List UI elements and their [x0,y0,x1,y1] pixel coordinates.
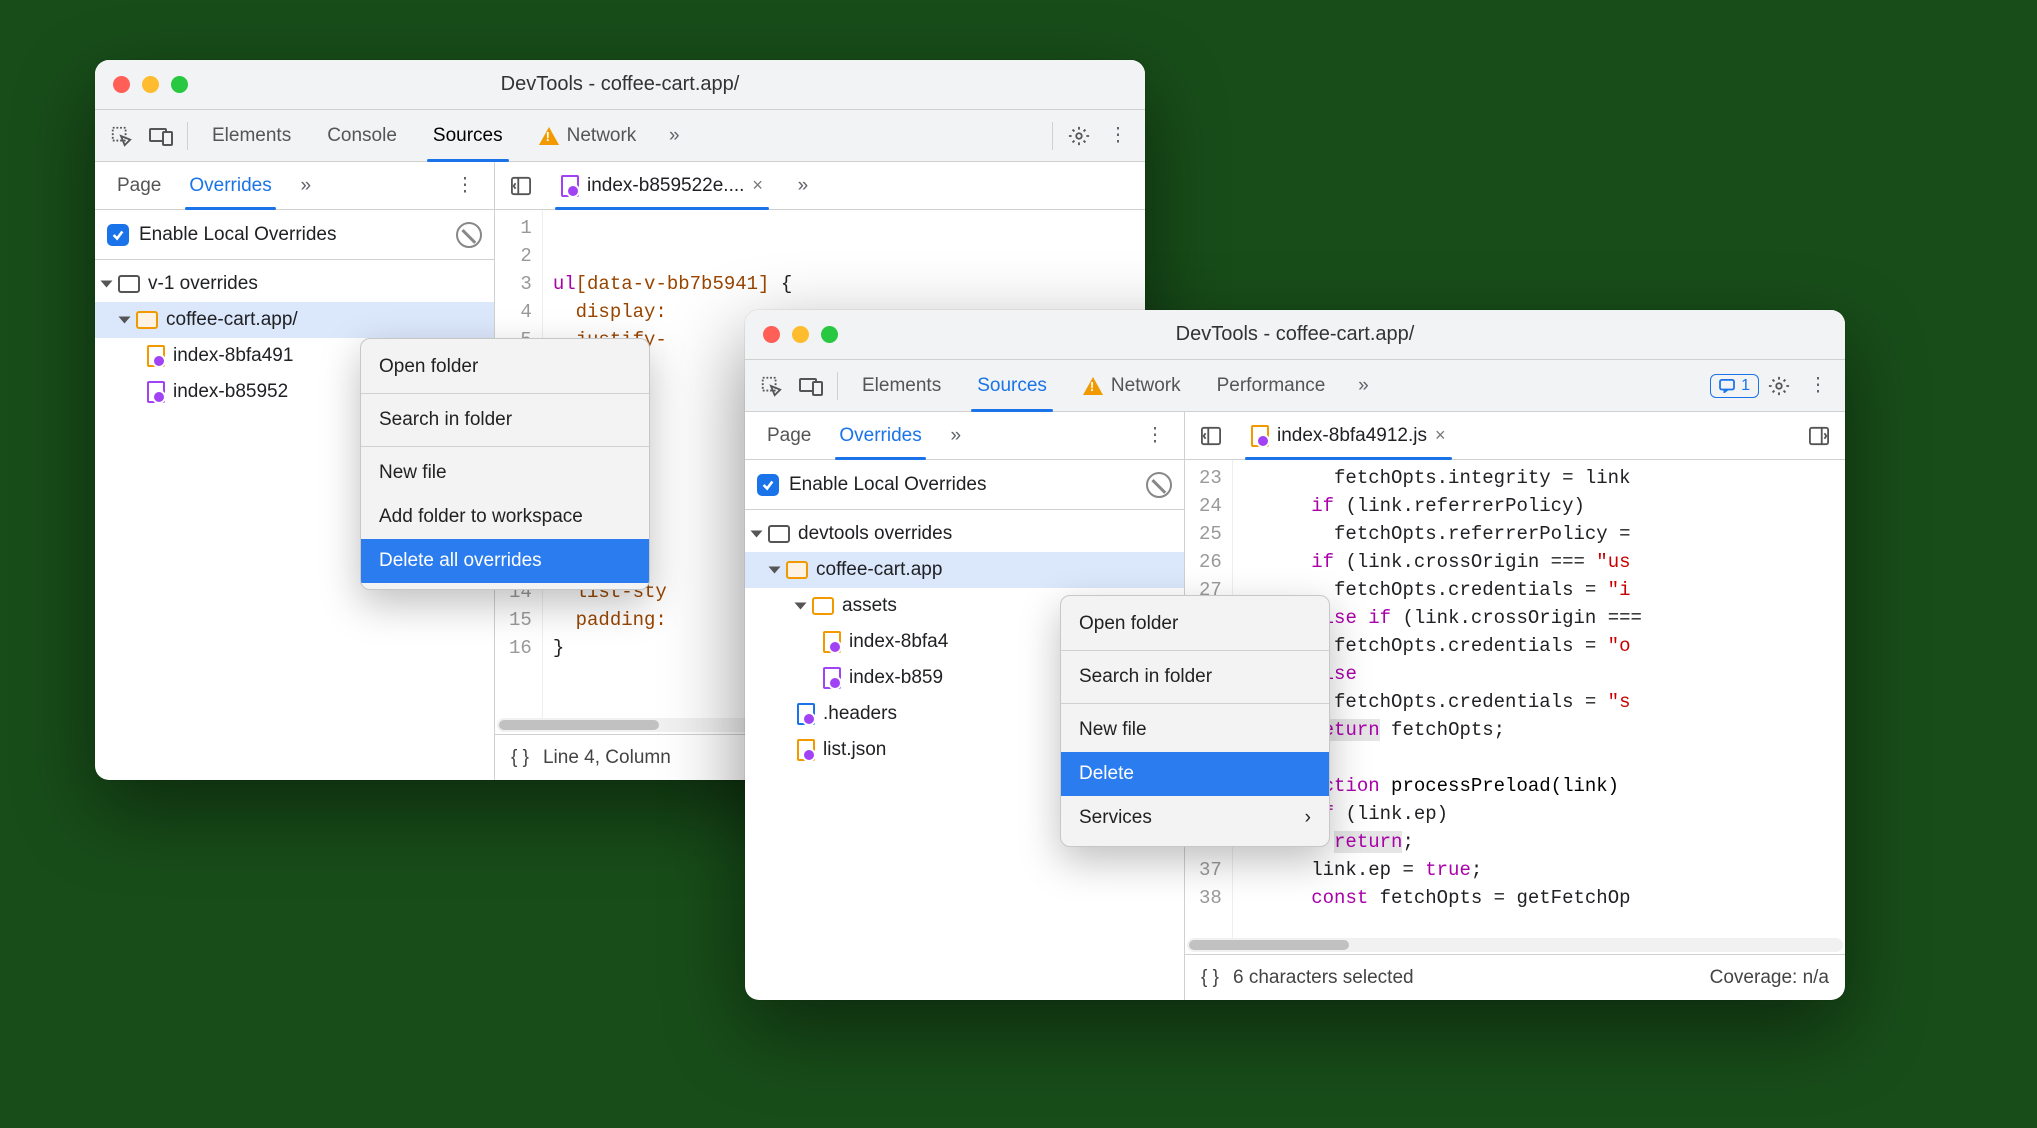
kebab-menu-icon[interactable]: ⋮ [1799,366,1839,406]
messages-badge[interactable]: 1 [1710,374,1759,398]
minimize-window-button[interactable] [142,76,159,93]
toggle-nav-icon[interactable] [501,166,541,206]
close-tab-icon[interactable]: × [1435,425,1446,446]
window-controls [95,76,206,93]
close-tab-icon[interactable]: × [752,175,763,196]
ctx-add-folder[interactable]: Add folder to workspace [361,495,649,539]
zoom-window-button[interactable] [171,76,188,93]
open-file-tab[interactable]: index-b859522e.... × [549,162,775,210]
warning-icon [539,127,559,145]
editor-tabs: index-8bfa4912.js × [1185,412,1845,460]
ctx-open-folder[interactable]: Open folder [361,345,649,389]
clear-icon[interactable] [1146,472,1172,498]
warning-icon [1083,377,1103,395]
sidebar-tabs: Page Overrides » ⋮ [745,412,1184,460]
ctx-search-folder[interactable]: Search in folder [361,398,649,442]
more-tabs-icon[interactable]: » [1343,366,1383,406]
sidebar-kebab-icon[interactable]: ⋮ [1136,416,1176,456]
coverage-info: Coverage: n/a [1710,967,1829,989]
ctx-delete-all-overrides[interactable]: Delete all overrides [361,539,649,583]
chevron-right-icon: › [1305,807,1311,829]
tree-root[interactable]: v-1 overrides [95,266,494,302]
window-title: DevTools - coffee-cart.app/ [95,73,1145,96]
file-icon [1251,425,1269,447]
close-window-button[interactable] [113,76,130,93]
close-window-button[interactable] [763,326,780,343]
tab-elements[interactable]: Elements [844,360,959,412]
enable-overrides-label: Enable Local Overrides [139,224,337,246]
tab-console[interactable]: Console [309,110,415,162]
enable-overrides-row: Enable Local Overrides [95,210,494,260]
kebab-menu-icon[interactable]: ⋮ [1099,116,1139,156]
more-file-tabs-icon[interactable]: » [783,166,823,206]
sidebar-tabs: Page Overrides » ⋮ [95,162,494,210]
ctx-new-file[interactable]: New file [361,451,649,495]
subtab-overrides[interactable]: Overrides [175,162,285,210]
minimize-window-button[interactable] [792,326,809,343]
context-menu-folder: Open folder Search in folder New file De… [1060,595,1330,847]
settings-icon[interactable] [1059,116,1099,156]
enable-overrides-checkbox[interactable] [757,474,779,496]
ctx-new-file[interactable]: New file [1061,708,1329,752]
titlebar: DevTools - coffee-cart.app/ [95,60,1145,110]
file-icon [561,175,579,197]
main-toolbar: Elements Sources Network Performance » 1… [745,360,1845,412]
toggle-nav-left-icon[interactable] [1191,416,1231,456]
tab-elements[interactable]: Elements [194,110,309,162]
tab-sources[interactable]: Sources [959,360,1065,412]
more-subtabs-icon[interactable]: » [936,416,976,456]
open-file-tab[interactable]: index-8bfa4912.js × [1239,412,1458,460]
subtab-overrides[interactable]: Overrides [825,412,935,460]
selection-info: 6 characters selected [1233,967,1414,989]
sidebar-kebab-icon[interactable]: ⋮ [446,166,486,206]
more-tabs-icon[interactable]: » [654,116,694,156]
tree-domain[interactable]: coffee-cart.app [745,552,1184,588]
ctx-delete[interactable]: Delete [1061,752,1329,796]
horizontal-scrollbar[interactable] [1187,938,1843,952]
enable-overrides-label: Enable Local Overrides [789,474,987,496]
status-bar: { } 6 characters selected Coverage: n/a [1185,954,1845,1000]
clear-icon[interactable] [456,222,482,248]
zoom-window-button[interactable] [821,326,838,343]
tab-sources[interactable]: Sources [415,110,521,162]
device-toggle-icon[interactable] [141,116,181,156]
toggle-nav-right-icon[interactable] [1799,416,1839,456]
cursor-position: Line 4, Column [543,747,671,769]
more-subtabs-icon[interactable]: » [286,166,326,206]
titlebar: DevTools - coffee-cart.app/ [745,310,1845,360]
tab-performance[interactable]: Performance [1199,360,1344,412]
editor-tabs: index-b859522e.... × » [495,162,1145,210]
window-title: DevTools - coffee-cart.app/ [745,323,1845,346]
tree-domain[interactable]: coffee-cart.app/ [95,302,494,338]
inspect-icon[interactable] [751,366,791,406]
ctx-services[interactable]: Services › [1061,796,1329,840]
subtab-page[interactable]: Page [753,412,825,460]
braces-icon[interactable]: { } [511,747,529,769]
window-controls [745,326,856,343]
tree-root[interactable]: devtools overrides [745,516,1184,552]
context-menu-overrides: Open folder Search in folder New file Ad… [360,338,650,590]
enable-overrides-checkbox[interactable] [107,224,129,246]
settings-icon[interactable] [1759,366,1799,406]
braces-icon[interactable]: { } [1201,967,1219,989]
ctx-open-folder[interactable]: Open folder [1061,602,1329,646]
main-toolbar: Elements Console Sources Network » ⋮ [95,110,1145,162]
device-toggle-icon[interactable] [791,366,831,406]
enable-overrides-row: Enable Local Overrides [745,460,1184,510]
subtab-page[interactable]: Page [103,162,175,210]
tab-network[interactable]: Network [1065,360,1199,412]
ctx-search-folder[interactable]: Search in folder [1061,655,1329,699]
inspect-icon[interactable] [101,116,141,156]
tab-network[interactable]: Network [521,110,655,162]
